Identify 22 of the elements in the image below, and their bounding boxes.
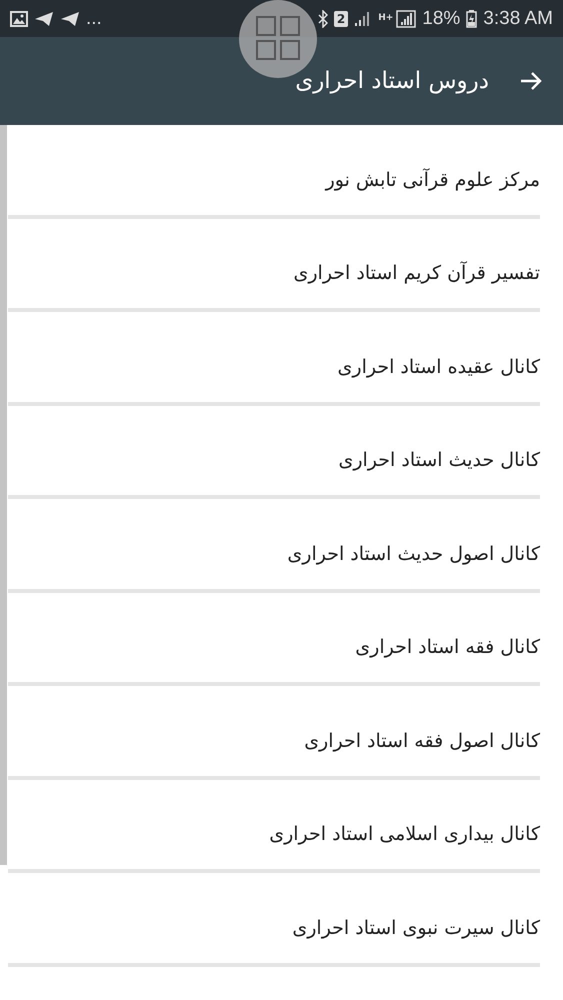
image-icon [10,10,28,26]
network-type-text: H+ [378,14,390,23]
paper-plane-icon [34,10,54,26]
more-notifications-text: ... [86,8,102,30]
list-item[interactable]: کانال عقیده استاد احراری [338,356,540,378]
list-item[interactable]: کانال اصول فقه استاد احراری [304,730,540,752]
list-item[interactable]: تفسیر قرآن کریم استاد احراری [294,262,540,284]
list-item[interactable]: مرکز علوم قرآنی تابش نور [326,168,540,190]
battery-percent-text: 18% [422,8,460,30]
list-item[interactable]: کانال حدیث استاد احراری [338,449,540,471]
bluetooth-icon [318,10,328,28]
list-item[interactable]: کانال سیرت نبوی استاد احراری [292,916,540,938]
list-item[interactable]: کانال فقه استاد احراری [355,636,540,658]
arrow-right-icon[interactable] [519,70,543,92]
list-item[interactable]: کانال بیداری اسلامی استاد احراری [269,823,540,845]
list-item[interactable]: کانال اصول حدیث استاد احراری [287,542,540,564]
sim-badge: 2 [334,10,348,26]
clock-text: 3:38 AM [483,8,553,30]
battery-charging-icon [466,10,478,28]
signal-icon [396,10,416,28]
paper-plane-icon [60,10,80,26]
app-bar-title: دروس استاد احراری [295,68,489,94]
